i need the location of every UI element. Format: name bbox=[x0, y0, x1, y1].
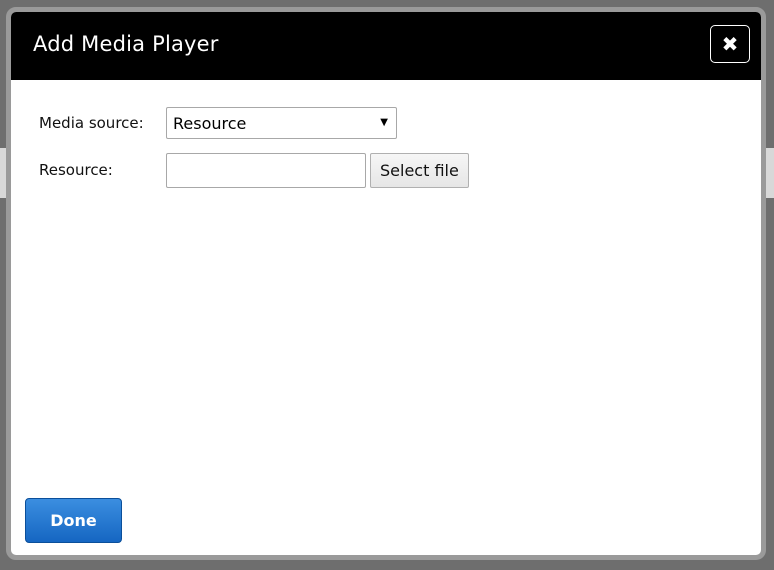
resource-label: Resource: bbox=[39, 161, 113, 179]
resource-input[interactable] bbox=[166, 152, 366, 188]
media-source-select[interactable]: Resource ▼ bbox=[166, 107, 397, 139]
media-source-label: Media source: bbox=[39, 114, 144, 132]
close-button[interactable]: ✖ bbox=[710, 25, 750, 63]
close-icon: ✖ bbox=[721, 32, 739, 56]
done-button[interactable]: Done bbox=[25, 498, 122, 543]
media-source-value: Resource bbox=[173, 113, 247, 133]
dropdown-arrow-icon: ▼ bbox=[380, 117, 388, 128]
select-file-button[interactable]: Select file bbox=[370, 152, 469, 188]
dialog-title: Add Media Player bbox=[33, 32, 219, 56]
add-media-player-dialog: Add Media Player ✖ Media source: Resourc… bbox=[6, 7, 766, 560]
resource-row: Resource: Select file bbox=[39, 152, 469, 188]
dialog-header: Add Media Player ✖ bbox=[11, 12, 761, 80]
media-source-row: Media source: Resource ▼ bbox=[39, 107, 397, 139]
